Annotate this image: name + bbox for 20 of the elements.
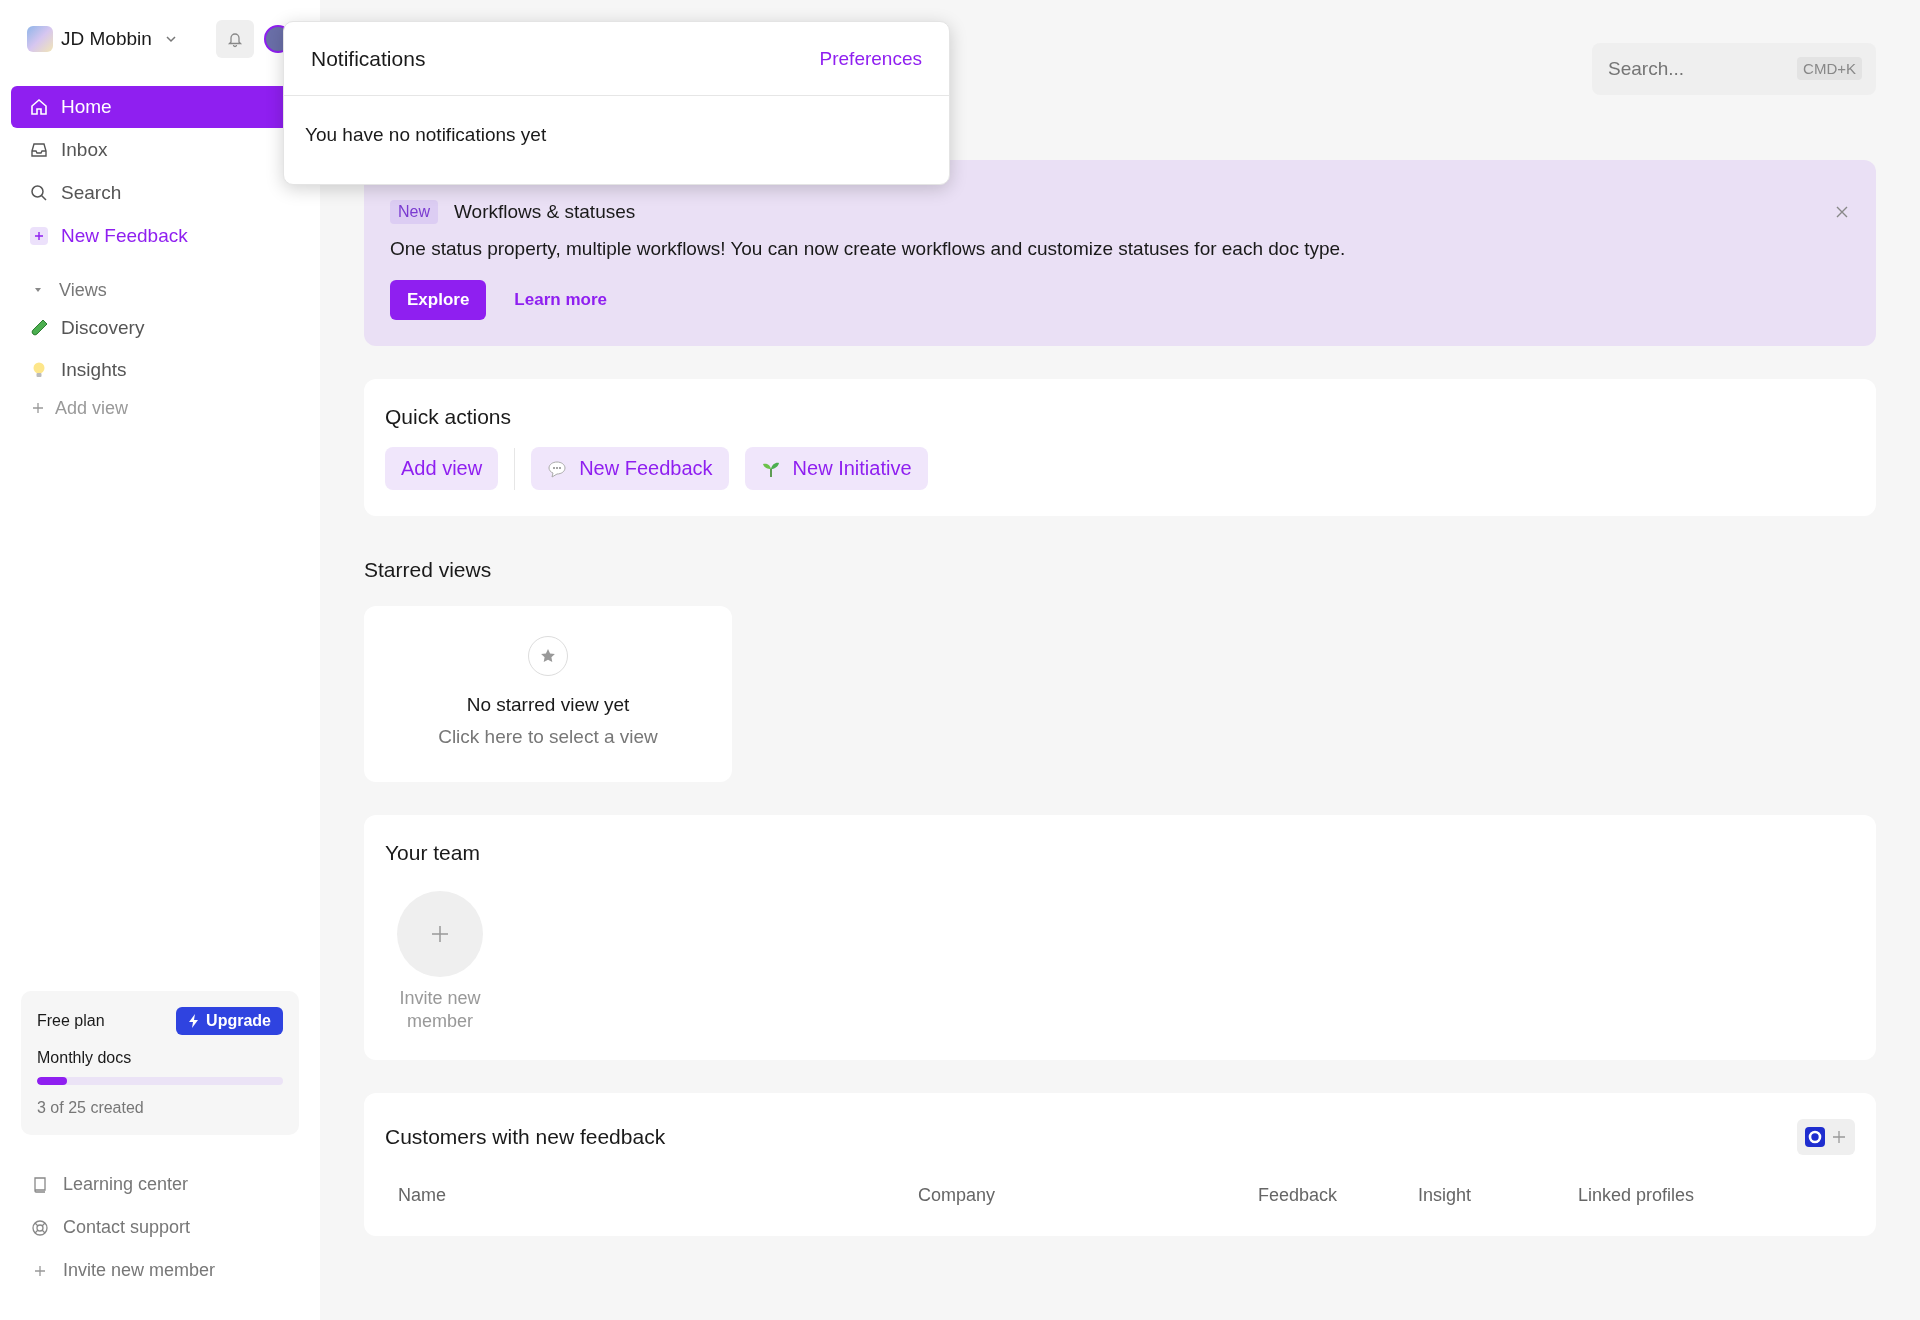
empty-state-hint: Click here to select a view <box>438 726 658 748</box>
shortcut-hint: CMD+K <box>1797 57 1862 80</box>
section-title: Customers with new feedback <box>385 1124 666 1149</box>
new-badge: New <box>390 200 438 224</box>
invite-member-label: Invite new member <box>398 987 482 1034</box>
column-header: Feedback <box>1258 1184 1339 1206</box>
column-header: Name <box>398 1184 447 1206</box>
banner-title: Workflows & statuses <box>454 201 636 223</box>
column-header: Company <box>918 1184 997 1206</box>
popover-title: Notifications <box>311 46 426 71</box>
column-header: Linked profiles <box>1578 1184 1696 1206</box>
empty-state-title: No starred view yet <box>466 694 630 716</box>
usage-text: 3 of 25 created <box>37 1099 145 1117</box>
plan-metric-label: Monthly docs <box>37 1049 133 1067</box>
section-title: Your team <box>385 841 481 865</box>
section-title: Quick actions <box>385 405 513 429</box>
section-title: Starred views <box>364 558 493 582</box>
column-header: Insight <box>1418 1184 1473 1206</box>
banner-text: One status property, multiple workflows! You can now create workflows and customize statuses for each doc type. <box>390 238 1347 260</box>
plan-name: Free plan <box>37 1012 105 1030</box>
